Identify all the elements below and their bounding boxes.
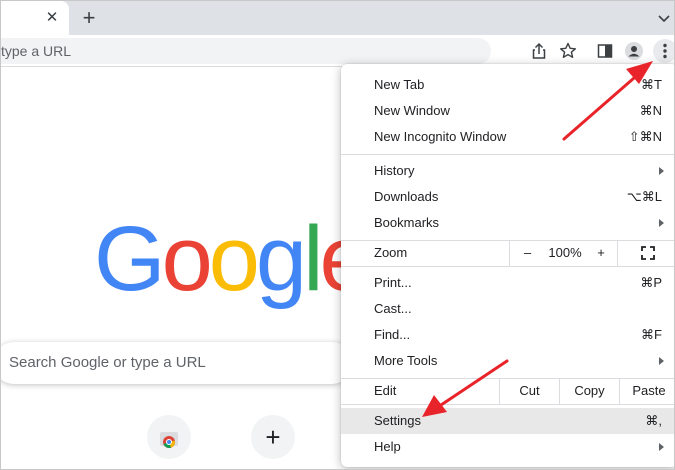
menu-item-shortcut: ⌘P [640, 275, 662, 290]
menu-item-label: More Tools [374, 353, 438, 368]
chevron-down-icon[interactable] [656, 9, 672, 27]
active-tab[interactable]: ✕ [1, 1, 69, 35]
submenu-arrow-icon [659, 357, 664, 365]
menu-item-label: Bookmarks [374, 215, 440, 230]
menu-item-shortcut: ⇧⌘N [628, 129, 662, 144]
menu-item-label: Zoom [374, 245, 408, 260]
profile-icon[interactable] [624, 41, 644, 61]
menu-item-new-window[interactable]: New Window ⌘N [341, 98, 674, 124]
menu-item-shortcut: ⌘T [641, 77, 662, 92]
zoom-out-button[interactable]: – [509, 240, 545, 266]
menu-row-zoom: Zoom – 100% + [341, 240, 674, 266]
logo-letter: l [303, 208, 324, 310]
submenu-arrow-icon [659, 443, 664, 451]
menu-item-history[interactable]: History [341, 158, 674, 184]
logo-letter: o [161, 208, 213, 310]
tab-strip: ✕ + [1, 1, 674, 35]
menu-item-label: Downloads [374, 189, 439, 204]
side-panel-icon[interactable] [595, 41, 615, 61]
menu-item-label: History [374, 163, 415, 178]
fullscreen-icon [641, 246, 655, 260]
menu-item-cast[interactable]: Cast... [341, 296, 674, 322]
menu-item-label: Help [374, 439, 401, 454]
menu-item-bookmarks[interactable]: Bookmarks [341, 210, 674, 236]
menu-separator [341, 266, 674, 267]
menu-item-find[interactable]: Find... ⌘F [341, 322, 674, 348]
new-tab-button[interactable]: + [79, 7, 99, 29]
menu-item-shortcut: ⌘N [639, 103, 662, 118]
menu-item-settings[interactable]: Settings ⌘, [341, 408, 674, 434]
cut-button[interactable]: Cut [499, 378, 559, 404]
zoom-in-button[interactable]: + [585, 240, 617, 266]
chrome-menu: New Tab ⌘T New Window ⌘N New Incognito W… [341, 64, 674, 467]
chrome-web-store-icon [160, 432, 178, 448]
logo-letter: g [255, 208, 307, 310]
menu-item-help[interactable]: Help [341, 434, 674, 460]
menu-item-downloads[interactable]: Downloads ⌥⌘L [341, 184, 674, 210]
menu-item-label: Cast... [374, 301, 412, 316]
menu-separator [341, 404, 674, 405]
kebab-menu-icon[interactable] [653, 39, 674, 63]
menu-item-shortcut: ⌘F [641, 327, 662, 342]
menu-item-more-tools[interactable]: More Tools [341, 348, 674, 374]
menu-item-shortcut: ⌘, [645, 413, 662, 428]
bookmark-star-icon[interactable] [558, 41, 578, 61]
menu-row-edit: Edit Cut Copy Paste [341, 378, 674, 404]
fullscreen-button[interactable] [617, 240, 674, 266]
menu-item-label: New Tab [374, 77, 425, 92]
logo-letter: G [94, 208, 166, 310]
ntp-search-placeholder: Search Google or type a URL [9, 354, 206, 371]
menu-item-label: Find... [374, 327, 411, 342]
menu-item-label: Settings [374, 413, 421, 428]
menu-item-label: New Incognito Window [374, 129, 507, 144]
share-icon[interactable] [529, 41, 549, 61]
google-logo: Google [94, 208, 371, 310]
menu-separator [341, 154, 674, 155]
browser-window: ✕ + type a URL Googl Search Google or ty… [0, 0, 675, 470]
shortcut-web-store[interactable] [147, 415, 191, 459]
paste-button[interactable]: Paste [619, 378, 674, 404]
menu-item-label: New Window [374, 103, 450, 118]
menu-item-new-tab[interactable]: New Tab ⌘T [341, 72, 674, 98]
address-bar-text: type a URL [1, 43, 72, 59]
copy-button[interactable]: Copy [559, 378, 619, 404]
zoom-level: 100% [548, 245, 582, 260]
submenu-arrow-icon [659, 167, 664, 175]
menu-item-print[interactable]: Print... ⌘P [341, 270, 674, 296]
toolbar: type a URL [1, 35, 674, 67]
close-icon[interactable]: ✕ [43, 9, 61, 27]
menu-item-new-incognito-window[interactable]: New Incognito Window ⇧⌘N [341, 124, 674, 150]
menu-item-shortcut: ⌥⌘L [626, 189, 662, 204]
menu-item-label: Edit [374, 383, 397, 398]
menu-item-label: Print... [374, 275, 412, 290]
add-shortcut-button[interactable]: + [251, 415, 295, 459]
submenu-arrow-icon [659, 219, 664, 227]
address-bar[interactable]: type a URL [1, 38, 491, 64]
logo-letter: o [208, 208, 260, 310]
ntp-search-box[interactable]: Search Google or type a URL [1, 342, 353, 384]
